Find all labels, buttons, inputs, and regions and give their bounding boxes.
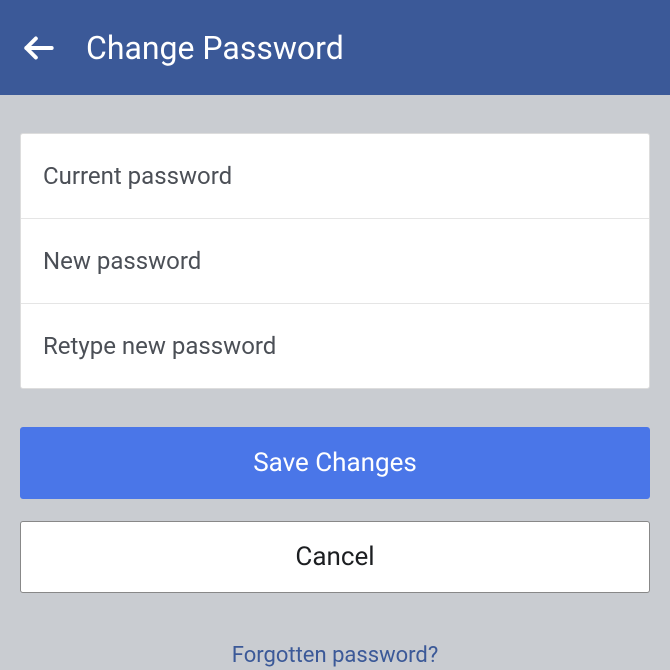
save-changes-button[interactable]: Save Changes: [20, 427, 650, 499]
new-password-input[interactable]: [21, 219, 649, 303]
forgotten-password-link[interactable]: Forgotten password?: [232, 643, 438, 668]
current-password-input[interactable]: [21, 134, 649, 218]
form-section: [0, 95, 670, 389]
page-title: Change Password: [86, 29, 344, 67]
link-row: Forgotten password?: [20, 615, 650, 668]
retype-password-input[interactable]: [21, 304, 649, 388]
app-header: Change Password: [0, 0, 670, 95]
password-input-card: [20, 133, 650, 389]
back-arrow-icon[interactable]: [20, 29, 58, 67]
cancel-button[interactable]: Cancel: [20, 521, 650, 593]
button-section: Save Changes Cancel Forgotten password?: [0, 389, 670, 668]
